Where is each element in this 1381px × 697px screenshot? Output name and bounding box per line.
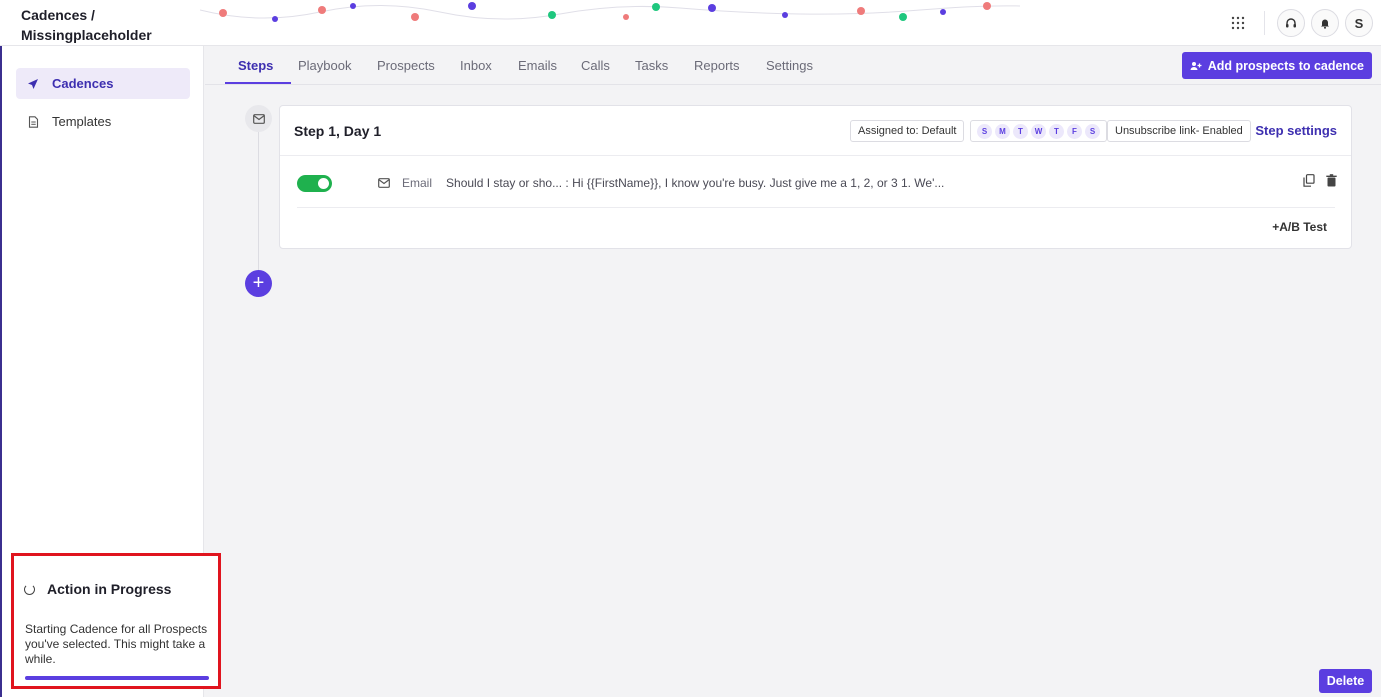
step-title: Step 1, Day 1 (294, 123, 382, 139)
progress-bar (25, 676, 209, 680)
step-timeline-line (258, 128, 259, 273)
copy-icon[interactable] (1303, 174, 1315, 192)
header-actions: S (1224, 9, 1373, 37)
add-step-button[interactable]: + (245, 270, 272, 297)
day-monday: M (995, 123, 1010, 139)
step-card-header: Step 1, Day 1 Assigned to: Default S M T… (280, 106, 1351, 156)
row-divider (297, 207, 1335, 208)
apps-grid-icon[interactable] (1224, 9, 1252, 37)
tab-calls[interactable]: Calls (581, 58, 610, 73)
decorative-dots-banner (200, 2, 1020, 22)
breadcrumb: Cadences / Missingplaceholder (21, 5, 152, 45)
email-enabled-toggle[interactable] (297, 174, 332, 192)
avatar[interactable]: S (1345, 9, 1373, 37)
add-prospects-label: Add prospects to cadence (1207, 58, 1364, 73)
trash-icon[interactable] (1326, 174, 1337, 192)
add-user-icon (1190, 61, 1202, 70)
active-tab-indicator (225, 82, 291, 84)
progress-message: Starting Cadence for all Prospects you'v… (25, 622, 208, 666)
sidebar-item-templates[interactable]: Templates (16, 106, 190, 137)
ab-test-button[interactable]: +A/B Test (1272, 220, 1327, 234)
progress-title: Action in Progress (24, 581, 171, 597)
day-tuesday: T (1013, 123, 1028, 139)
send-icon (24, 78, 42, 90)
envelope-icon (378, 178, 390, 188)
day-thursday: T (1049, 123, 1064, 139)
step-card: Step 1, Day 1 Assigned to: Default S M T… (279, 105, 1352, 249)
day-saturday: S (1085, 123, 1100, 139)
mail-icon (245, 105, 272, 132)
step-type-label: Email (402, 176, 433, 190)
breadcrumb-parent[interactable]: Cadences / (21, 5, 152, 25)
tab-steps[interactable]: Steps (238, 58, 273, 73)
add-prospects-button[interactable]: Add prospects to cadence (1181, 52, 1372, 79)
tab-prospects[interactable]: Prospects (377, 58, 435, 73)
row-actions (1303, 174, 1337, 192)
day-friday: F (1067, 123, 1082, 139)
email-step-row[interactable]: Email Should I stay or sho... : Hi {{Fir… (297, 172, 1335, 194)
spinner-icon (24, 583, 35, 595)
tab-tasks[interactable]: Tasks (635, 58, 668, 73)
tab-emails[interactable]: Emails (518, 58, 557, 73)
cadence-tabs: Steps Playbook Prospects Inbox Emails Ca… (205, 47, 1381, 85)
tab-playbook[interactable]: Playbook (298, 58, 351, 73)
bell-icon[interactable] (1311, 9, 1339, 37)
day-sunday: S (977, 123, 992, 139)
action-progress-panel: Action in Progress Starting Cadence for … (11, 553, 221, 689)
step-settings-link[interactable]: Step settings (1255, 123, 1337, 138)
sidebar-item-cadences[interactable]: Cadences (16, 68, 190, 99)
unsubscribe-link-chip[interactable]: Unsubscribe link- Enabled (1107, 120, 1251, 142)
top-header: Cadences / Missingplaceholder S (0, 0, 1381, 46)
breadcrumb-current: Missingplaceholder (21, 27, 152, 43)
tab-inbox[interactable]: Inbox (460, 58, 492, 73)
tab-reports[interactable]: Reports (694, 58, 740, 73)
email-preview[interactable]: Should I stay or sho... : Hi {{FirstName… (446, 176, 944, 190)
delete-button[interactable]: Delete (1319, 669, 1372, 693)
document-icon (24, 115, 42, 128)
progress-bar-fill (25, 676, 209, 680)
sidebar-item-label: Templates (52, 114, 112, 129)
assigned-to-chip[interactable]: Assigned to: Default (850, 120, 965, 142)
headset-icon[interactable] (1277, 9, 1305, 37)
header-divider (1264, 11, 1265, 35)
sidebar-item-label: Cadences (52, 76, 114, 91)
progress-title-text: Action in Progress (47, 581, 172, 597)
tab-settings[interactable]: Settings (766, 58, 813, 73)
send-days-chip[interactable]: S M T W T F S (970, 120, 1107, 142)
day-wednesday: W (1031, 123, 1046, 139)
